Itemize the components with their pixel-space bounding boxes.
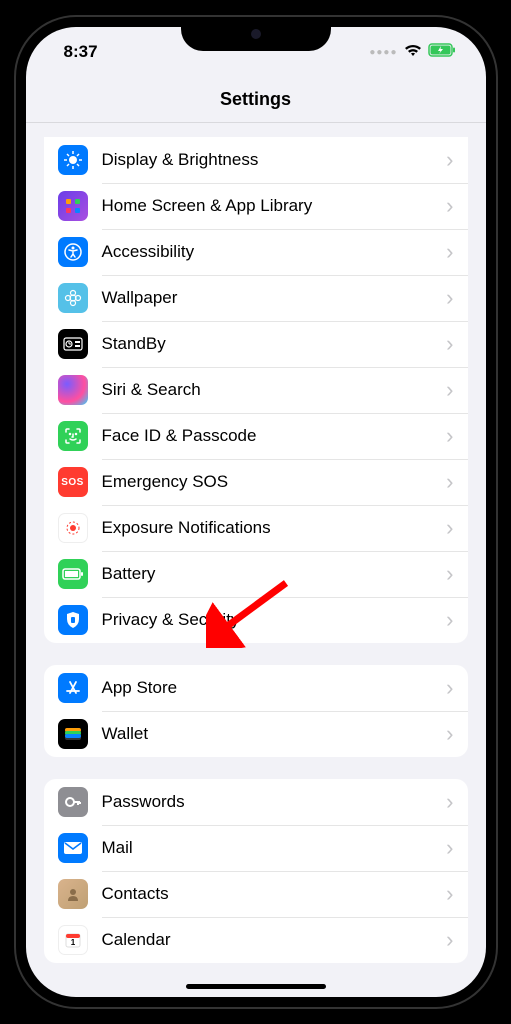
settings-group-store: App Store › Wallet ›	[44, 665, 468, 757]
row-label: Mail	[102, 838, 447, 858]
row-exposure-notifications[interactable]: Exposure Notifications ›	[44, 505, 468, 551]
row-mail[interactable]: Mail ›	[44, 825, 468, 871]
phone-frame: 8:37 ●●●● Settings Disp	[16, 17, 496, 1007]
settings-group-accounts: Passwords › Mail › Contacts ›	[44, 779, 468, 963]
row-wallpaper[interactable]: Wallpaper ›	[44, 275, 468, 321]
row-label: App Store	[102, 678, 447, 698]
faceid-icon	[58, 421, 88, 451]
row-label: Contacts	[102, 884, 447, 904]
row-emergency-sos[interactable]: SOS Emergency SOS ›	[44, 459, 468, 505]
content[interactable]: Display & Brightness › Home Screen & App…	[26, 123, 486, 997]
row-contacts[interactable]: Contacts ›	[44, 871, 468, 917]
row-faceid-passcode[interactable]: Face ID & Passcode ›	[44, 413, 468, 459]
accessibility-icon	[58, 237, 88, 267]
chevron-right-icon: ›	[446, 193, 453, 219]
home-screen-icon	[58, 191, 88, 221]
row-label: Calendar	[102, 930, 447, 950]
chevron-right-icon: ›	[446, 515, 453, 541]
phone-screen: 8:37 ●●●● Settings Disp	[26, 27, 486, 997]
standby-icon	[58, 329, 88, 359]
chevron-right-icon: ›	[446, 561, 453, 587]
cellular-dots-icon: ●●●●	[369, 47, 397, 58]
header: Settings	[26, 77, 486, 123]
contacts-icon	[58, 879, 88, 909]
notch	[181, 17, 331, 51]
row-label: Passwords	[102, 792, 447, 812]
row-passwords[interactable]: Passwords ›	[44, 779, 468, 825]
row-label: Home Screen & App Library	[102, 196, 447, 216]
status-right: ●●●●	[369, 42, 455, 62]
wallet-icon	[58, 719, 88, 749]
row-label: Accessibility	[102, 242, 447, 262]
row-wallet[interactable]: Wallet ›	[44, 711, 468, 757]
row-calendar[interactable]: 1 Calendar ›	[44, 917, 468, 963]
appstore-icon	[58, 673, 88, 703]
svg-text:1: 1	[70, 938, 75, 947]
status-time: 8:37	[64, 42, 98, 62]
row-label: Face ID & Passcode	[102, 426, 447, 446]
row-label: Emergency SOS	[102, 472, 447, 492]
calendar-icon: 1	[58, 925, 88, 955]
privacy-icon	[58, 605, 88, 635]
row-siri-search[interactable]: Siri & Search ›	[44, 367, 468, 413]
row-label: Exposure Notifications	[102, 518, 447, 538]
siri-icon	[58, 375, 88, 405]
row-home-screen[interactable]: Home Screen & App Library ›	[44, 183, 468, 229]
row-label: Siri & Search	[102, 380, 447, 400]
wifi-icon	[404, 42, 422, 62]
chevron-right-icon: ›	[446, 881, 453, 907]
chevron-right-icon: ›	[446, 239, 453, 265]
chevron-right-icon: ›	[446, 721, 453, 747]
row-standby[interactable]: StandBy ›	[44, 321, 468, 367]
row-label: Wallet	[102, 724, 447, 744]
chevron-right-icon: ›	[446, 469, 453, 495]
brightness-icon	[58, 145, 88, 175]
row-display-brightness[interactable]: Display & Brightness ›	[44, 137, 468, 183]
row-label: Display & Brightness	[102, 150, 447, 170]
wallpaper-icon	[58, 283, 88, 313]
mail-icon	[58, 833, 88, 863]
row-privacy-security[interactable]: Privacy & Security ›	[44, 597, 468, 643]
chevron-right-icon: ›	[446, 675, 453, 701]
row-battery[interactable]: Battery ›	[44, 551, 468, 597]
page-title: Settings	[220, 89, 291, 110]
chevron-right-icon: ›	[446, 147, 453, 173]
home-indicator[interactable]	[186, 984, 326, 989]
row-label: Privacy & Security	[102, 610, 447, 630]
chevron-right-icon: ›	[446, 789, 453, 815]
chevron-right-icon: ›	[446, 835, 453, 861]
chevron-right-icon: ›	[446, 377, 453, 403]
battery-icon	[58, 559, 88, 589]
passwords-icon	[58, 787, 88, 817]
chevron-right-icon: ›	[446, 285, 453, 311]
row-label: Wallpaper	[102, 288, 447, 308]
row-app-store[interactable]: App Store ›	[44, 665, 468, 711]
row-accessibility[interactable]: Accessibility ›	[44, 229, 468, 275]
battery-charging-icon	[428, 42, 456, 62]
settings-group-general: Display & Brightness › Home Screen & App…	[44, 137, 468, 643]
exposure-icon	[58, 513, 88, 543]
chevron-right-icon: ›	[446, 331, 453, 357]
row-label: StandBy	[102, 334, 447, 354]
sos-icon: SOS	[58, 467, 88, 497]
chevron-right-icon: ›	[446, 927, 453, 953]
row-label: Battery	[102, 564, 447, 584]
chevron-right-icon: ›	[446, 423, 453, 449]
chevron-right-icon: ›	[446, 607, 453, 633]
